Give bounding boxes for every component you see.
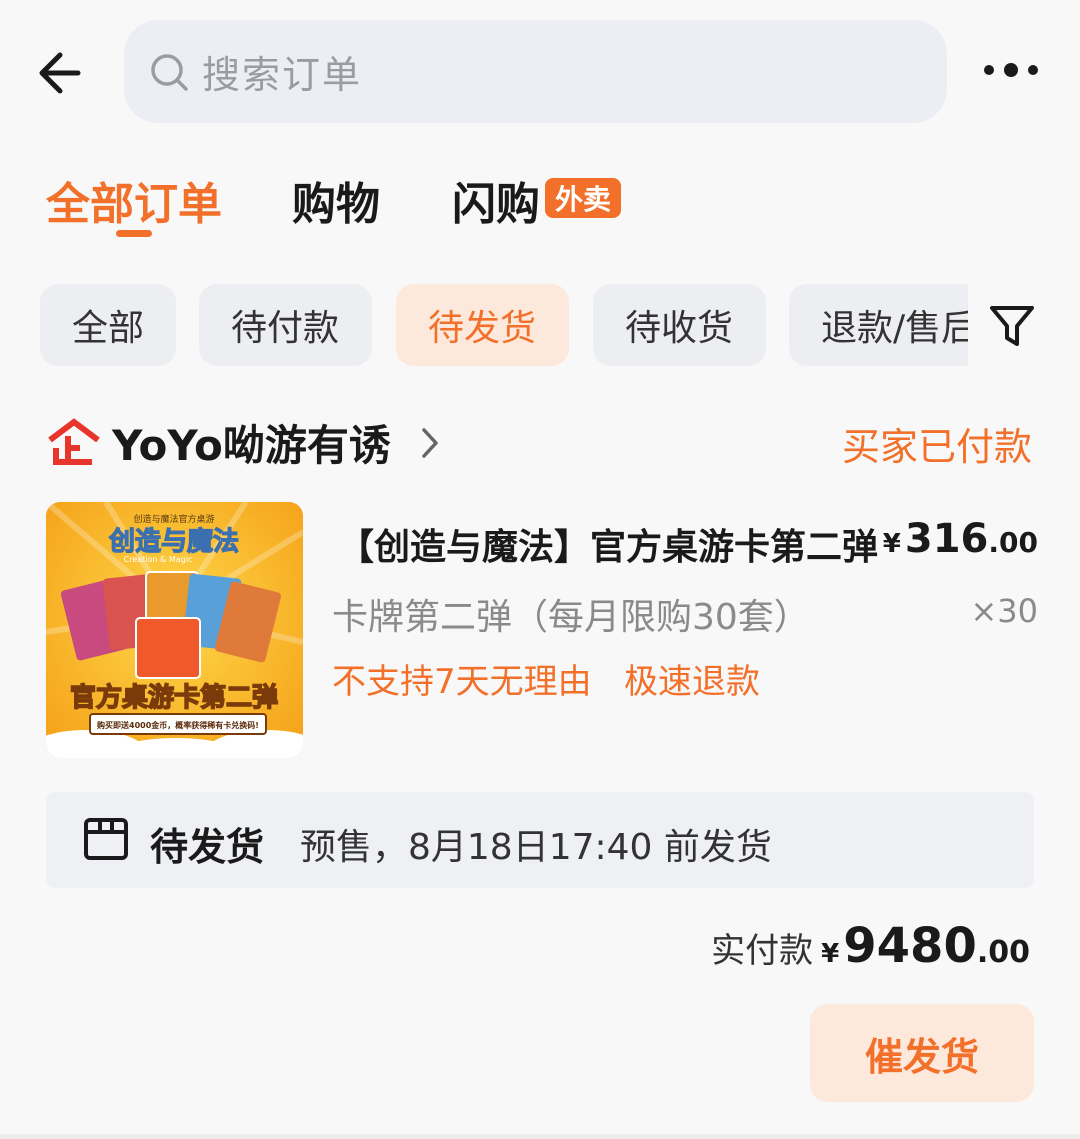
product-quantity: ×30 [970, 592, 1038, 630]
image-ribbon-text: 购买即送4000金币，概率获得稀有卡兑换码! [97, 720, 259, 730]
image-banner-text: 官方桌游卡第二弹 [70, 682, 278, 713]
tab-all-orders[interactable]: 全部订单 [46, 168, 222, 232]
price-decimal: .00 [988, 526, 1038, 559]
filter-button[interactable] [986, 302, 1038, 350]
bottom-divider [0, 1134, 1080, 1139]
order-status: 买家已付款 [841, 425, 1032, 469]
search-placeholder: 搜索订单 [202, 53, 363, 97]
shipping-status: 待发货 [150, 825, 265, 869]
chip-pending-shipment[interactable]: 待发货 [396, 284, 569, 366]
takeout-badge: 外卖 [545, 178, 621, 218]
total-decimal: .00 [976, 935, 1030, 970]
total-integer: 9480 [843, 918, 977, 974]
price-integer: 316 [904, 516, 989, 562]
shop-name[interactable]: YoYo呦游有诱 [112, 412, 391, 473]
shipping-description: 预售，8月18日17:40 前发货 [300, 827, 772, 868]
chip-pending-receipt[interactable]: 待收货 [593, 284, 766, 366]
tag-no-7day-return: 不支持7天无理由 [332, 662, 592, 702]
package-box-icon [84, 818, 128, 860]
product-title[interactable]: 【创造与魔法】官方桌游卡第二弹 [338, 518, 878, 570]
total-label: 实付款 [711, 931, 814, 971]
back-button[interactable] [30, 40, 96, 106]
product-spec: 卡牌第二弹（每月限购30套） [332, 597, 810, 638]
chip-pending-payment[interactable]: 待付款 [199, 284, 372, 366]
product-image[interactable]: 创造与魔法 创造与魔法官方桌游 Creation & Magic 官方桌游卡第二… [46, 502, 303, 758]
chip-refund-aftersale[interactable]: 退款/售后 [789, 284, 968, 366]
chip-all[interactable]: 全部 [40, 284, 176, 366]
search-input[interactable]: 搜索订单 [124, 20, 947, 123]
enterprise-shop-icon [48, 418, 100, 465]
tab-flash-buy[interactable]: 闪购 [452, 168, 540, 232]
total-paid: 实付款 ¥ 9480 .00 [711, 918, 1030, 974]
filter-chips: 全部 待付款 待发货 待收货 退款/售后 [40, 284, 968, 366]
arrow-left-icon [39, 52, 81, 94]
total-symbol: ¥ [821, 939, 840, 969]
chevron-right-icon [422, 428, 438, 458]
more-button[interactable] [978, 54, 1044, 86]
more-dots-icon [984, 63, 1038, 77]
search-icon [151, 53, 188, 91]
image-logo-en-text: Creation & Magic [124, 555, 193, 564]
tab-active-indicator [116, 230, 152, 237]
image-top-text: 创造与魔法官方桌游 [133, 513, 214, 525]
image-logo-text: 创造与魔法 [108, 527, 239, 557]
funnel-icon [990, 306, 1034, 346]
tab-shopping[interactable]: 购物 [292, 168, 380, 232]
price-symbol: ¥ [882, 529, 901, 559]
product-price: ¥316.00 [883, 516, 1038, 562]
tag-fast-refund: 极速退款 [624, 662, 760, 702]
urge-shipment-button[interactable]: 催发货 [810, 1004, 1034, 1102]
